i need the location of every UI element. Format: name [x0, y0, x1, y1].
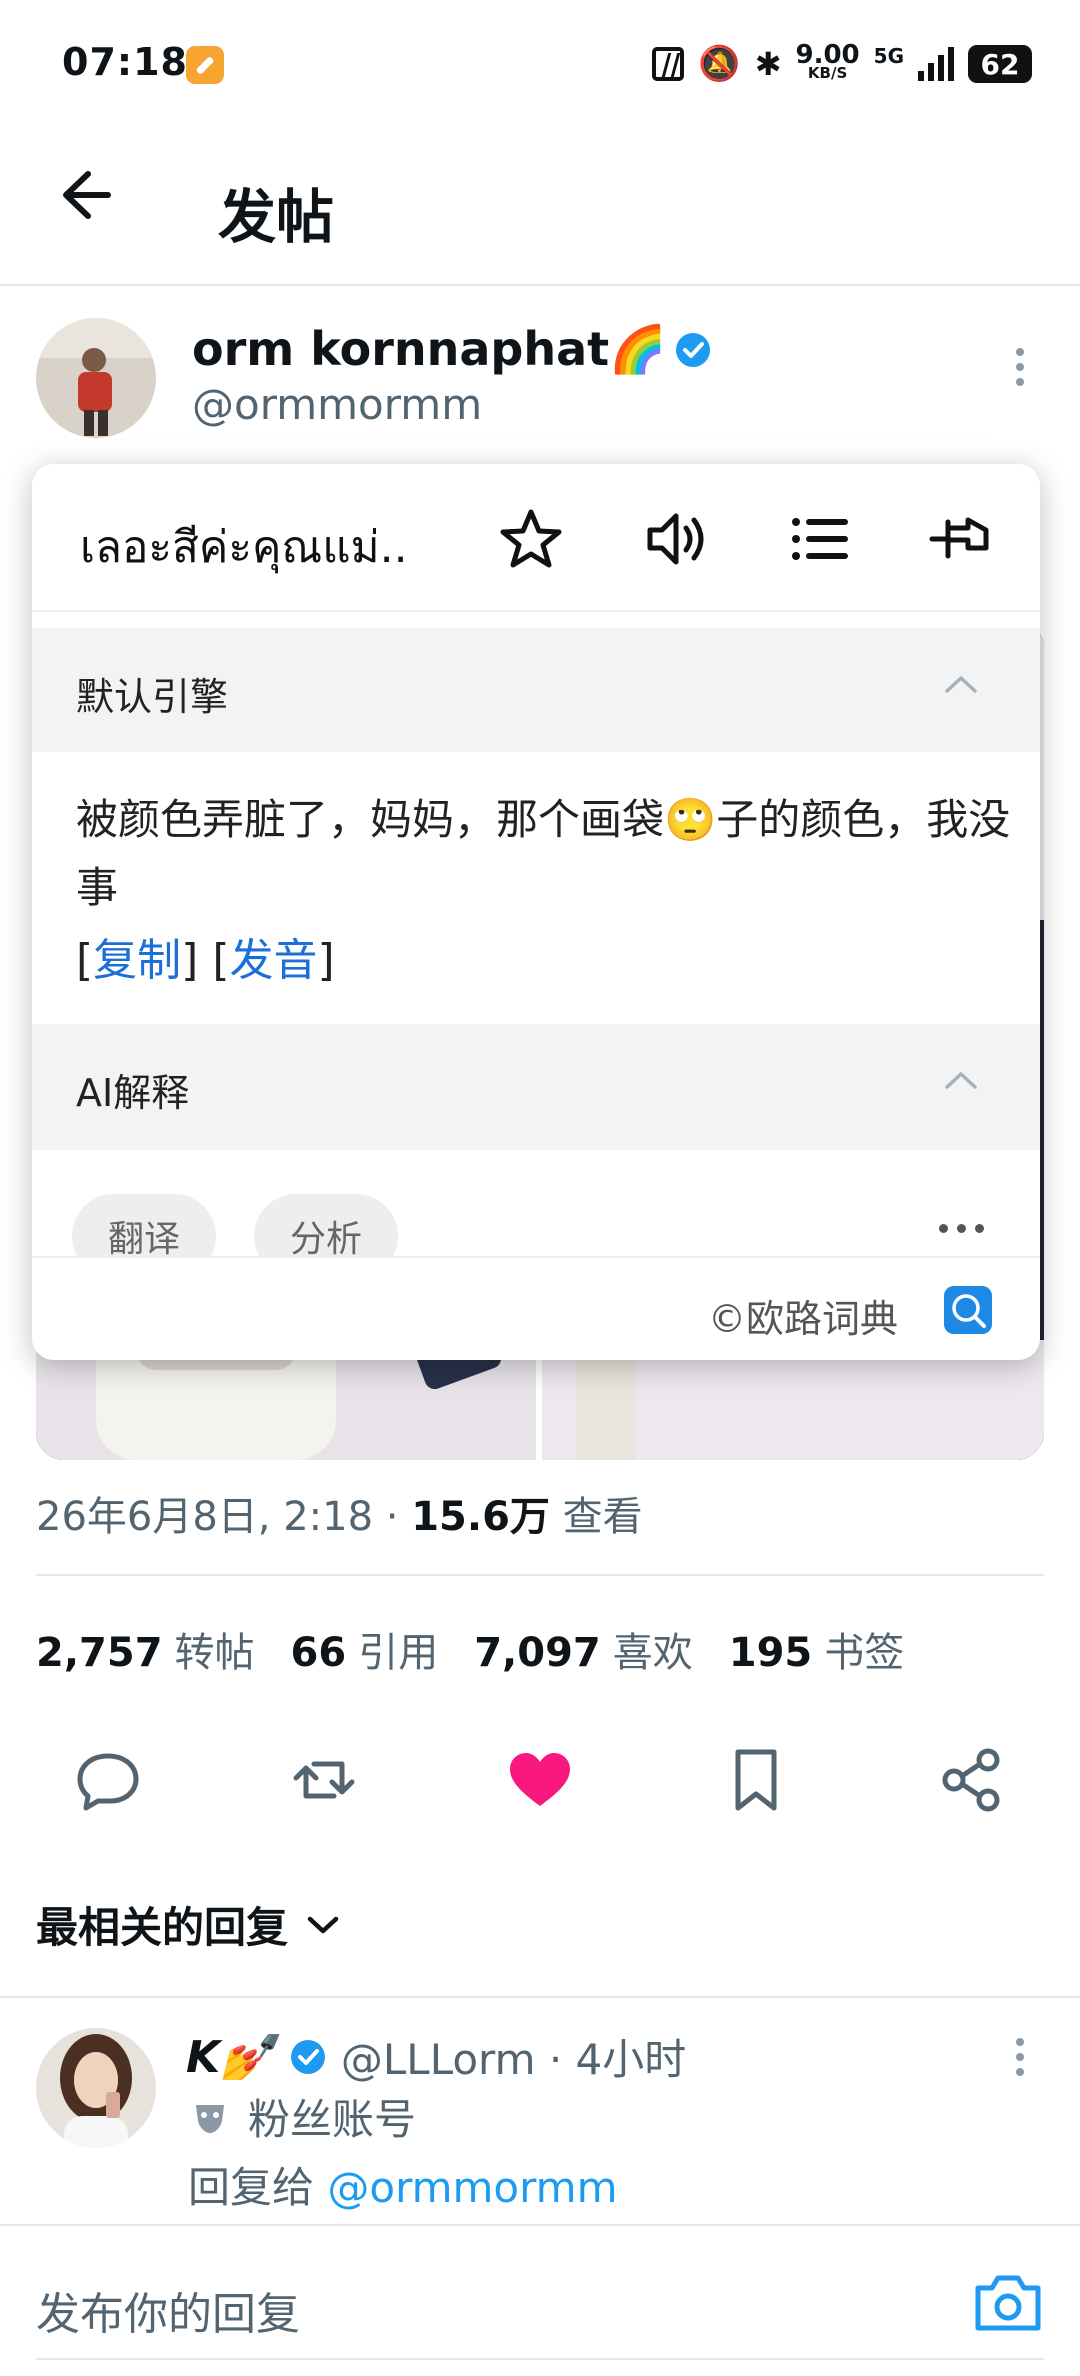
- verified-badge-icon: [290, 2039, 325, 2074]
- verified-badge-icon: [676, 332, 711, 367]
- fan-account-label: 粉丝账号: [248, 2095, 417, 2144]
- network-speed-value: 9.00: [795, 40, 860, 70]
- notification-app-icon: [186, 46, 224, 84]
- pin-icon[interactable]: [924, 504, 994, 574]
- page-title: 发帖: [218, 183, 335, 251]
- reply-to-prefix: 回复给: [188, 2163, 315, 2212]
- bookmarks-label: 书签: [824, 1630, 905, 1676]
- chevron-up-icon[interactable]: [944, 1070, 978, 1090]
- quotes-stat[interactable]: 66 引用: [291, 1620, 439, 1678]
- dictionary-credit: ©欧路词典: [707, 1297, 898, 1341]
- likes-count: 7,097: [474, 1630, 601, 1676]
- ai-section-header[interactable]: AI解释: [32, 1024, 1040, 1150]
- dictionary-popup: เลอะสีค่ะคุณแม่.. 默认引擎 被颜色弄脏了，妈妈，那个画袋🙄子的…: [32, 464, 1040, 1360]
- like-heart-icon[interactable]: [500, 1740, 580, 1820]
- post-timestamp-views: 26年6月8日, 2:18 · 15.6万 查看: [36, 1484, 643, 1542]
- reply-header: K💅 @LLLorm · 4小时: [186, 2026, 686, 2087]
- reply-to-line: 回复给 @ormmormm: [188, 2154, 617, 2215]
- reply-sort-label: 最相关的回复: [36, 1903, 289, 1952]
- bluetooth-icon: ✱: [754, 45, 782, 83]
- nfc-icon: [652, 47, 685, 81]
- signal-icon: [918, 47, 954, 81]
- network-speed: 9.00 KB/S: [795, 40, 860, 82]
- author-handle[interactable]: @ormmormm: [192, 380, 482, 429]
- more-dots-icon[interactable]: [939, 1224, 984, 1233]
- reposts-stat[interactable]: 2,757 转帖: [36, 1620, 255, 1678]
- pronounce-link[interactable]: 发音: [230, 935, 318, 986]
- translation-text: 被颜色弄脏了，妈妈，那个画袋🙄子的颜色，我没事: [76, 795, 1011, 912]
- repost-icon[interactable]: [284, 1740, 364, 1820]
- chevron-down-icon: [307, 1916, 339, 1933]
- speaker-icon[interactable]: [640, 504, 710, 574]
- views-label: 查看: [562, 1494, 643, 1540]
- copy-link[interactable]: 复制: [93, 935, 181, 986]
- author-name[interactable]: orm kornnaphat🌈: [192, 322, 714, 377]
- translation-actions: [复制] [发音]: [76, 935, 335, 986]
- engine-section-title: 默认引擎: [76, 675, 229, 719]
- bookmarks-count: 195: [728, 1630, 813, 1676]
- network-type: 5G: [873, 44, 904, 68]
- likes-stat[interactable]: 7,097 喜欢: [474, 1620, 693, 1678]
- ai-section-title: AI解释: [76, 1071, 190, 1115]
- battery-indicator: 62: [968, 45, 1032, 83]
- reply-to-mention[interactable]: @ormmormm: [327, 2163, 617, 2212]
- fan-account-badge: 粉丝账号: [190, 2086, 416, 2147]
- reply-divider: [0, 2224, 1080, 2226]
- network-speed-unit: KB/S: [807, 64, 848, 82]
- composer-underline: [36, 2358, 1044, 2360]
- back-arrow-icon[interactable]: [48, 160, 118, 230]
- engine-section-header[interactable]: 默认引擎: [32, 628, 1040, 752]
- more-options-icon[interactable]: [1000, 348, 1040, 386]
- status-time: 07:18: [62, 40, 188, 84]
- reply-handle-time[interactable]: @LLLorm · 4小时: [341, 2026, 686, 2087]
- author-name-text: orm kornnaphat🌈: [192, 322, 667, 376]
- reply-composer-input[interactable]: 发布你的回复: [36, 2278, 300, 2342]
- reply-icon[interactable]: [68, 1740, 148, 1820]
- header-divider: [0, 284, 1080, 286]
- author-avatar[interactable]: [36, 318, 156, 438]
- chevron-up-icon[interactable]: [944, 674, 978, 694]
- dictionary-toolbar: เลอะสีค่ะคุณแม่..: [32, 464, 1040, 612]
- views-count: 15.6万: [411, 1494, 550, 1540]
- sort-divider: [0, 1996, 1080, 1998]
- reply-more-options-icon[interactable]: [1000, 2038, 1040, 2076]
- bookmark-icon[interactable]: [716, 1740, 796, 1820]
- meta-divider: [36, 1574, 1044, 1576]
- list-icon[interactable]: [784, 504, 854, 574]
- share-icon[interactable]: [932, 1740, 1012, 1820]
- post-stats: 2,757 转帖 66 引用 7,097 喜欢 195 书签: [36, 1620, 904, 1678]
- dictionary-footer: ©欧路词典: [32, 1256, 1040, 1360]
- mute-bell-icon: 🔕: [698, 44, 741, 84]
- dictionary-query-word: เลอะสีค่ะคุณแม่..: [80, 522, 408, 573]
- reply-sort-dropdown[interactable]: 最相关的回复: [36, 1894, 340, 1955]
- quotes-count: 66: [290, 1630, 347, 1676]
- quotes-label: 引用: [358, 1630, 439, 1676]
- bookmarks-stat[interactable]: 195 书签: [729, 1620, 905, 1678]
- post-timestamp: 26年6月8日, 2:18 ·: [36, 1494, 399, 1540]
- mask-icon: [196, 2104, 224, 2133]
- star-icon[interactable]: [496, 504, 566, 574]
- camera-icon[interactable]: [968, 2264, 1048, 2344]
- eudic-logo-icon[interactable]: [944, 1286, 992, 1334]
- reposts-count: 2,757: [36, 1630, 163, 1676]
- reply-avatar[interactable]: [36, 2028, 156, 2148]
- reposts-label: 转帖: [174, 1630, 255, 1676]
- status-icons: 🔕 ✱ 9.00 KB/S 5G 62: [652, 40, 1032, 84]
- reply-author-name[interactable]: K💅: [186, 2031, 275, 2083]
- likes-label: 喜欢: [612, 1630, 693, 1676]
